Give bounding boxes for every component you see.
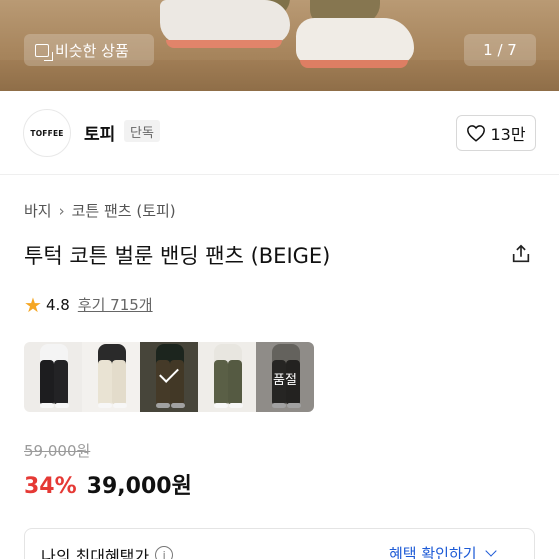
exclusive-badge: 단독 (124, 120, 160, 142)
star-icon: ★ (24, 292, 42, 317)
reviews-link[interactable]: 후기 715개 (78, 294, 153, 315)
check-benefits-link[interactable]: 혜택 확인하기 (389, 543, 497, 559)
breadcrumb: 바지 › 코튼 팬츠 (토피) (24, 200, 176, 221)
copy-icon (35, 43, 53, 61)
chevron-down-icon (484, 545, 497, 557)
color-option-beige[interactable] (82, 342, 140, 412)
max-benefit-bar: 나의 최대혜택가 i 혜택 확인하기 (24, 528, 535, 559)
similar-products-label: 비슷한 상품 (55, 41, 129, 60)
like-button[interactable]: 13만 (456, 115, 536, 151)
breadcrumb-item-subcategory[interactable]: 코튼 팬츠 (토피) (72, 200, 176, 221)
color-option-charcoal[interactable]: 품절 (256, 342, 314, 412)
image-counter: 1 / 7 (464, 34, 536, 66)
check-benefits-label: 혜택 확인하기 (389, 545, 477, 559)
brand-logo[interactable]: TOFFEE (23, 109, 71, 157)
soldout-label: 품절 (273, 373, 297, 388)
similar-products-button[interactable]: 비슷한 상품 (24, 34, 154, 66)
color-option-black[interactable] (24, 342, 82, 412)
max-benefit-label-group: 나의 최대혜택가 i (41, 543, 174, 559)
heart-icon (467, 125, 486, 142)
breadcrumb-item-category[interactable]: 바지 (24, 200, 52, 221)
rating-row: ★ 4.8 후기 715개 (24, 294, 153, 315)
color-option-khaki-brown[interactable] (140, 342, 198, 412)
price-row: 34% 39,000원 (24, 468, 192, 500)
chevron-right-icon: › (58, 201, 65, 220)
color-option-olive[interactable] (198, 342, 256, 412)
like-count: 13만 (490, 125, 526, 144)
sale-price: 39,000원 (86, 474, 192, 499)
sneaker (160, 0, 290, 48)
original-price: 59,000원 (24, 442, 91, 460)
info-icon[interactable]: i (155, 546, 174, 559)
product-title: 투턱 코튼 벌룬 밴딩 팬츠 (BEIGE) (24, 244, 331, 268)
brand-name[interactable]: 토피 (84, 120, 115, 145)
rating-score: 4.8 (45, 295, 70, 314)
brand-row: TOFFEE 토피 단독 13만 (0, 91, 559, 175)
max-benefit-label: 나의 최대혜택가 (41, 547, 150, 559)
discount-rate: 34% (24, 474, 77, 499)
sneaker (296, 18, 414, 68)
share-icon[interactable] (510, 243, 532, 265)
product-image-hero[interactable]: 비슷한 상품 1 / 7 (0, 0, 559, 91)
color-option-list: 품절 (24, 342, 314, 412)
